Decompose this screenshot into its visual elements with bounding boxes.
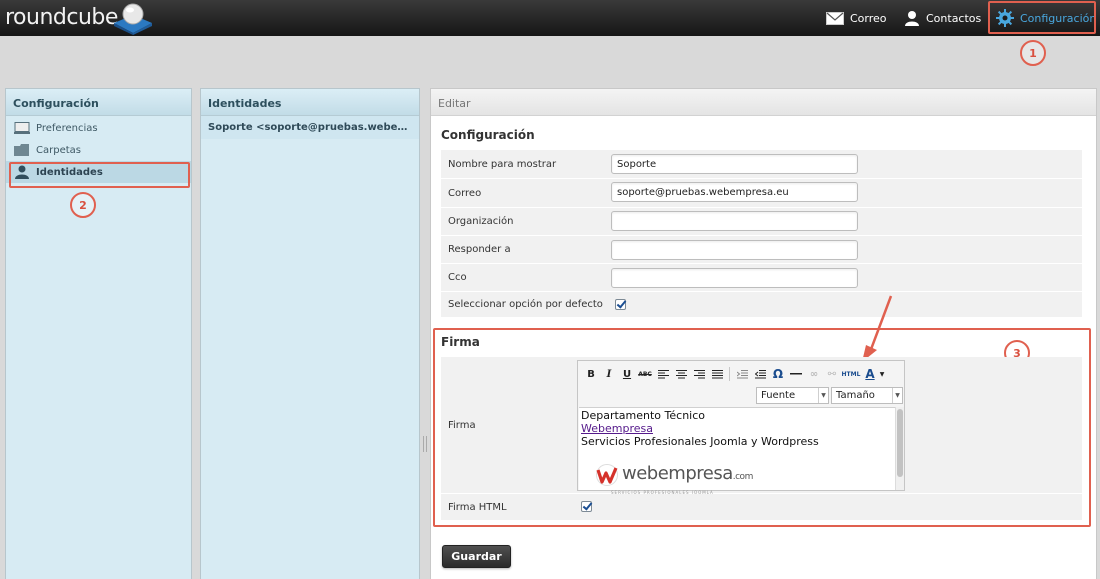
chevron-down-icon: ▼ xyxy=(818,388,828,403)
font-family-select[interactable]: Fuente ▼ xyxy=(756,387,829,404)
signature-label: Firma xyxy=(448,420,476,431)
align-justify-icon[interactable] xyxy=(708,365,726,383)
indent-icon[interactable] xyxy=(751,365,769,383)
editor-scrollbar-thumb[interactable] xyxy=(897,409,903,477)
italic-icon[interactable]: I xyxy=(600,365,618,383)
logo-wordmark: webempresa.com xyxy=(622,462,753,484)
signature-link[interactable]: Webempresa xyxy=(581,422,653,435)
panel-resize-handle[interactable] xyxy=(423,436,427,452)
html-signature-label: Firma HTML xyxy=(448,502,507,513)
chevron-down-icon[interactable]: ▼ xyxy=(879,365,885,383)
font-family-select-value: Fuente xyxy=(761,390,796,401)
edit-panel-title: Editar xyxy=(431,89,1096,116)
nav-contactos-label: Contactos xyxy=(926,11,982,25)
annotation-arrow-icon xyxy=(862,295,893,362)
bold-icon[interactable]: B xyxy=(582,365,600,383)
signature-line: Departamento Técnico xyxy=(581,409,706,422)
email-field[interactable] xyxy=(611,182,858,202)
webempresa-logo-icon xyxy=(596,464,618,486)
config-section-title: Configuración xyxy=(441,128,535,142)
html-signature-checkbox[interactable] xyxy=(581,501,592,512)
sidebar-item-carpetas[interactable]: Carpetas xyxy=(6,139,191,161)
identity-list-item[interactable]: Soporte <soporte@pruebas.webempresa.eu> xyxy=(201,116,419,139)
editor-scrollbar[interactable] xyxy=(895,407,904,490)
email-label: Correo xyxy=(448,188,482,199)
step-marker-2: 2 xyxy=(70,192,96,218)
signature-content[interactable]: Departamento Técnico Webempresa Servicio… xyxy=(579,407,895,495)
nav-correo-label: Correo xyxy=(850,11,887,25)
webempresa-logo: webempresa.com xyxy=(595,464,753,486)
unlink-icon[interactable]: ⚯ xyxy=(823,365,841,383)
chevron-down-icon: ▼ xyxy=(892,388,902,403)
form-row-default: Seleccionar opción por defecto xyxy=(441,292,1082,318)
organization-label: Organización xyxy=(448,216,514,227)
default-label: Seleccionar opción por defecto xyxy=(448,299,603,310)
nav-contactos[interactable]: Contactos xyxy=(904,0,981,36)
settings-panel: Configuración Preferencias Carpetas Iden… xyxy=(5,88,192,579)
align-left-icon[interactable] xyxy=(654,365,672,383)
text-color-icon[interactable]: A xyxy=(861,365,879,383)
horizontal-rule-icon[interactable] xyxy=(787,365,805,383)
save-button[interactable]: Guardar xyxy=(442,545,511,568)
roundcube-logo-icon xyxy=(114,3,152,35)
sidebar-item-label: Carpetas xyxy=(36,144,81,156)
toolbar-divider xyxy=(729,367,730,381)
form-row-html-signature: Firma HTML xyxy=(441,494,1082,521)
app-logo[interactable]: roundcube xyxy=(5,5,118,30)
envelope-icon xyxy=(826,11,844,25)
highlight-box-1 xyxy=(988,1,1096,34)
special-char-icon[interactable]: Ω xyxy=(769,365,787,383)
align-center-icon[interactable] xyxy=(672,365,690,383)
nav-correo[interactable]: Correo xyxy=(826,0,887,36)
organization-field[interactable] xyxy=(611,211,858,231)
font-size-select-value: Tamaño xyxy=(836,390,875,401)
step-marker-1: 1 xyxy=(1020,40,1046,66)
person-icon xyxy=(905,11,919,26)
align-right-icon[interactable] xyxy=(690,365,708,383)
highlight-box-2 xyxy=(9,162,190,188)
bcc-label: Cco xyxy=(448,272,467,283)
top-bar: roundcube Correo Contactos Configuración xyxy=(0,0,1100,36)
default-checkbox[interactable] xyxy=(615,299,626,310)
identities-panel: Identidades Soporte <soporte@pruebas.web… xyxy=(200,88,420,579)
signature-line: Servicios Profesionales Joomla y Wordpre… xyxy=(581,435,819,448)
settings-panel-title: Configuración xyxy=(6,89,191,116)
reply-to-field[interactable] xyxy=(611,240,858,260)
bcc-field[interactable] xyxy=(611,268,858,288)
reply-to-label: Responder a xyxy=(448,244,511,255)
outdent-icon[interactable] xyxy=(733,365,751,383)
signature-editor: B I U ABC Ω ∞ ⚯ HTML A ▼ Fuente ▼ Tamaño… xyxy=(577,360,905,495)
folder-icon xyxy=(14,144,29,156)
display-name-label: Nombre para mostrar xyxy=(448,159,557,170)
editor-toolbar: B I U ABC Ω ∞ ⚯ HTML A ▼ xyxy=(582,365,885,383)
identities-panel-title: Identidades xyxy=(201,89,419,116)
sidebar-item-label: Preferencias xyxy=(36,122,98,134)
font-size-select[interactable]: Tamaño ▼ xyxy=(831,387,903,404)
link-icon[interactable]: ∞ xyxy=(805,365,823,383)
signature-section-title: Firma xyxy=(441,335,480,349)
sidebar-item-preferencias[interactable]: Preferencias xyxy=(6,117,191,139)
monitor-icon xyxy=(14,122,30,134)
display-name-field[interactable] xyxy=(611,154,858,174)
strikethrough-icon[interactable]: ABC xyxy=(636,365,654,383)
underline-icon[interactable]: U xyxy=(618,365,636,383)
html-source-icon[interactable]: HTML xyxy=(841,365,861,383)
